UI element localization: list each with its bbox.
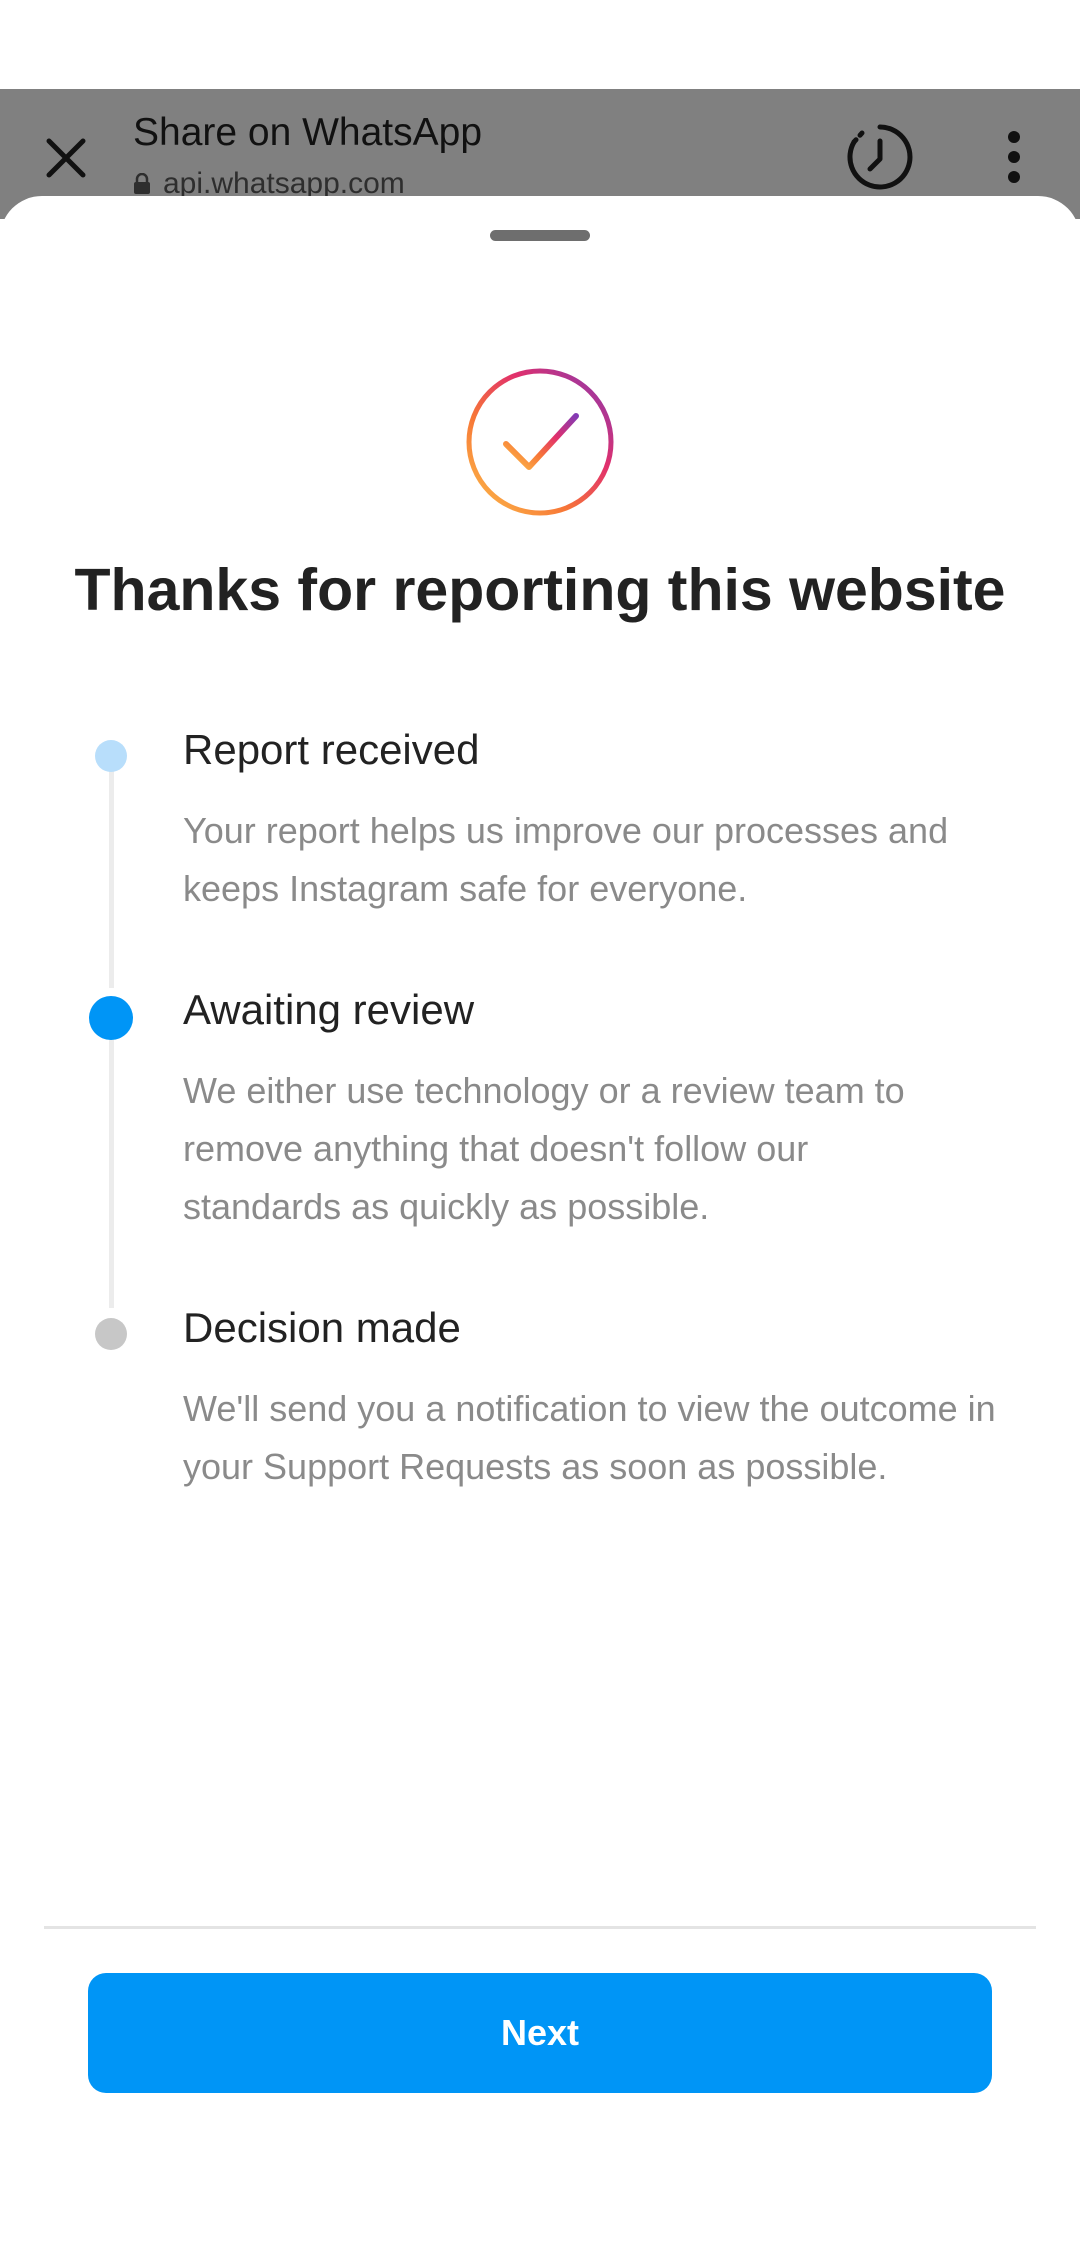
checkmark-circle-icon: [466, 368, 614, 516]
step-title: Awaiting review: [183, 986, 475, 1033]
status-bar: [0, 0, 1080, 89]
next-button[interactable]: Next: [88, 1973, 992, 2093]
step-title: Report received: [183, 726, 480, 773]
step-description: Your report helps us improve our process…: [183, 810, 949, 909]
step-status-dot: [89, 996, 133, 1040]
step-status-dot: [95, 740, 127, 772]
history-icon: [847, 124, 913, 190]
timeline-connector: [109, 1018, 114, 1308]
more-vertical-icon: [1008, 131, 1020, 183]
more-options-button[interactable]: [990, 127, 1038, 187]
screen: Share on WhatsApp api.whatsapp.com Thank…: [0, 0, 1080, 2246]
step-status-dot: [95, 1318, 127, 1350]
sheet-title: Thanks for reporting this website: [74, 557, 1006, 623]
timeline-connector: [109, 756, 114, 988]
report-bottom-sheet: Thanks for reporting this website Report…: [0, 196, 1080, 2246]
close-button[interactable]: [30, 122, 102, 194]
step-title: Decision made: [183, 1304, 461, 1351]
footer-divider: [44, 1926, 1036, 1929]
step-description: We either use technology or a review tea…: [183, 1070, 905, 1227]
close-icon: [46, 138, 86, 178]
drag-handle[interactable]: [490, 230, 590, 241]
lock-icon: [134, 173, 150, 194]
history-button[interactable]: [840, 117, 920, 197]
step-description: We'll send you a notification to view th…: [183, 1388, 996, 1487]
page-title: Share on WhatsApp: [133, 111, 483, 154]
